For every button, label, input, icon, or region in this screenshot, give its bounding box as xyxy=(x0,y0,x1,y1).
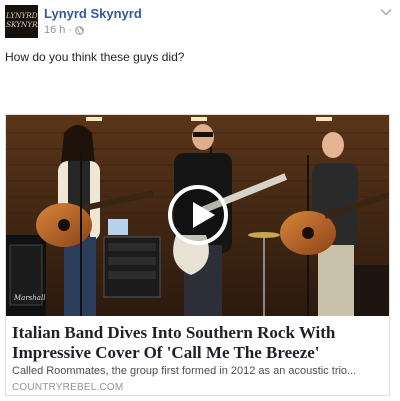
feed-post: LYNYRD SKYNYRD Lynyrd Skynyrd 16 h · How… xyxy=(0,0,400,401)
avatar-logo-text: LYNYRD SKYNYRD xyxy=(6,11,38,29)
post-meta: 16 h · xyxy=(44,24,84,36)
link-description: Called Roommates, the group first formed… xyxy=(12,365,357,377)
globe-icon xyxy=(75,25,84,35)
meta-separator: · xyxy=(68,24,73,36)
amp-brand-label: Marshall xyxy=(13,294,45,302)
post-message: How do you think these guys did? xyxy=(5,50,185,64)
post-timestamp[interactable]: 16 h xyxy=(44,24,65,36)
video-thumbnail[interactable]: Marshall xyxy=(6,115,389,316)
link-domain: COUNTRYREBEL.COM xyxy=(12,382,124,393)
link-preview-card[interactable]: Marshall Italian Band Dives Into Souther… xyxy=(5,114,390,396)
link-headline[interactable]: Italian Band Dives Into Southern Rock Wi… xyxy=(12,323,384,363)
page-avatar[interactable]: LYNYRD SKYNYRD xyxy=(5,5,38,38)
play-icon[interactable] xyxy=(168,185,228,245)
page-name-link[interactable]: Lynyrd Skynyrd xyxy=(44,6,142,21)
chevron-down-icon[interactable] xyxy=(380,8,392,16)
